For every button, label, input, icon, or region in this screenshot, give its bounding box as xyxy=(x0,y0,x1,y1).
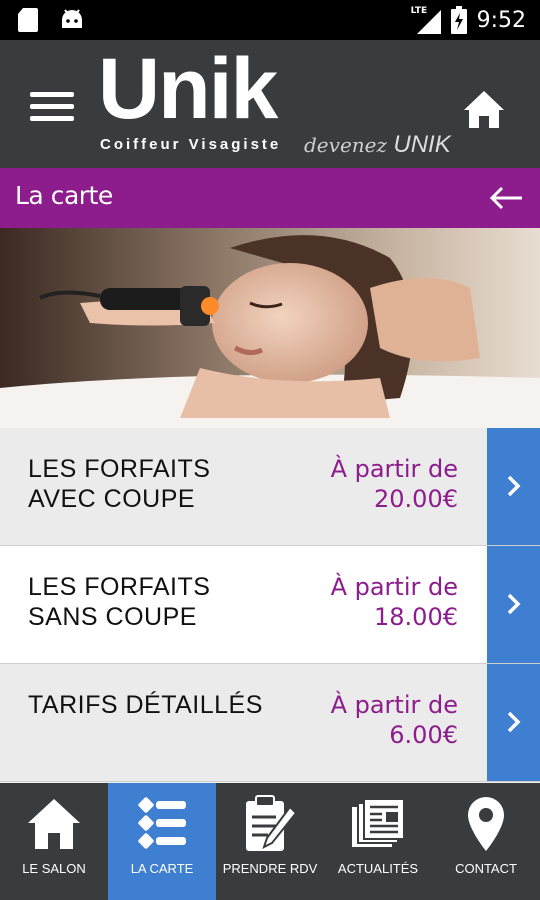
logo-slogan: devenez UNIK xyxy=(304,131,451,159)
nav-item-prendre-rdv[interactable]: PRENDRE RDV xyxy=(216,783,324,900)
service-name: LES FORFAITS AVEC COUPE xyxy=(28,455,211,513)
back-arrow-icon[interactable] xyxy=(486,182,526,214)
app-header: Unik Coiffeur Visagiste devenez UNIK xyxy=(0,40,540,168)
hero-image xyxy=(0,228,540,428)
logo-tagline: Coiffeur Visagiste xyxy=(100,136,282,153)
service-price: À partir de 18.00€ xyxy=(330,573,458,631)
home-icon[interactable] xyxy=(462,88,506,132)
chevron-right-icon[interactable] xyxy=(487,546,540,663)
nav-item-la-carte[interactable]: LA CARTE xyxy=(108,783,216,900)
service-name: LES FORFAITS SANS COUPE xyxy=(28,573,211,631)
service-price: À partir de 6.00€ xyxy=(330,691,458,749)
list-item[interactable]: TARIFS DÉTAILLÉS À partir de 6.00€ xyxy=(0,664,540,782)
logo-wordmark: Unik xyxy=(98,41,278,137)
list-icon xyxy=(138,797,186,849)
battery-icon xyxy=(450,6,467,34)
sd-card-icon xyxy=(18,8,38,32)
list-item[interactable]: LES FORFAITS AVEC COUPE À partir de 20.0… xyxy=(0,428,540,546)
nav-label: LA CARTE xyxy=(130,861,194,876)
hamburger-menu-icon[interactable] xyxy=(30,92,74,126)
bottom-navigation: LE SALON LA CARTE PRENDRE RDV ACTUALITÉS… xyxy=(0,783,540,900)
nav-item-le-salon[interactable]: LE SALON xyxy=(0,783,108,900)
service-list: LES FORFAITS AVEC COUPE À partir de 20.0… xyxy=(0,428,540,782)
newspaper-icon xyxy=(352,798,405,847)
service-price: À partir de 20.00€ xyxy=(330,455,458,513)
logo-slogan-brand: UNIK xyxy=(393,131,451,158)
signal-icon: LTE xyxy=(411,6,441,34)
nav-label: ACTUALITÉS xyxy=(337,861,419,876)
nav-label: CONTACT xyxy=(455,861,517,876)
logo-slogan-word: devenez xyxy=(304,133,388,157)
status-bar: LTE 9:52 xyxy=(0,0,540,40)
home-icon xyxy=(28,799,80,849)
clock: 9:52 xyxy=(476,7,526,33)
nav-label: LE SALON xyxy=(22,861,86,876)
chevron-right-icon[interactable] xyxy=(487,664,540,781)
location-pin-icon xyxy=(468,797,504,851)
section-title-bar: La carte xyxy=(0,168,540,228)
page-title: La carte xyxy=(15,181,113,210)
nav-label: PRENDRE RDV xyxy=(222,861,318,876)
nav-item-actualites[interactable]: ACTUALITÉS xyxy=(324,783,432,900)
android-icon xyxy=(62,9,82,28)
chevron-right-icon[interactable] xyxy=(487,428,540,545)
list-item[interactable]: LES FORFAITS SANS COUPE À partir de 18.0… xyxy=(0,546,540,664)
clipboard-pen-icon xyxy=(246,795,298,851)
nav-item-contact[interactable]: CONTACT xyxy=(432,783,540,900)
service-name: TARIFS DÉTAILLÉS xyxy=(28,691,263,719)
